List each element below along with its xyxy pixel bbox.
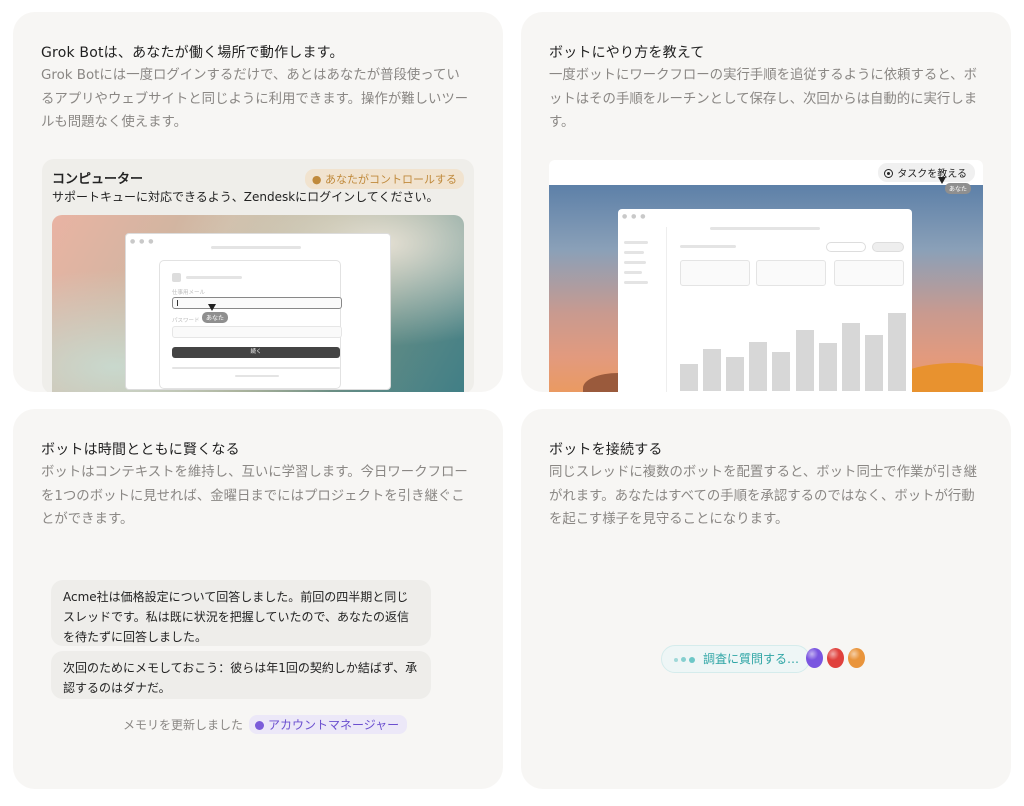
chart-bar <box>818 343 837 391</box>
panel-message: サポートキューに対応できるよう、Zendeskにログインしてください。 <box>52 190 439 204</box>
ask-research-pill[interactable]: 調査に質問する… <box>661 645 811 673</box>
computer-panel-title: コンピューター <box>52 172 144 187</box>
card-title: ボットにやり方を教えて <box>549 45 705 61</box>
memory-update-note: メモリを更新しました アカウントマネージャー <box>123 715 408 734</box>
record-icon <box>884 169 894 178</box>
cursor-icon <box>938 177 946 184</box>
cursor-icon <box>208 304 216 311</box>
chart-bar <box>680 364 698 391</box>
sidebar-item[interactable] <box>624 251 644 254</box>
memory-note-label: メモリを更新しました <box>123 718 244 732</box>
bot-avatar-purple-icon[interactable] <box>806 648 823 668</box>
teach-task-button[interactable]: タスクを教える <box>878 163 975 182</box>
address-bar <box>211 246 301 249</box>
sidebar-item[interactable] <box>624 281 648 284</box>
address-bar <box>710 227 820 230</box>
divider <box>172 367 340 369</box>
chart-bar <box>888 312 906 391</box>
card-description: ボットはコンテキストを維持し、互いに学習します。今日ワークフローを1つのボットに… <box>41 465 468 527</box>
browser-window: ● ● ● 仕事用メール あなた パスワード 続く <box>125 233 391 390</box>
bot-avatar-icon <box>255 721 265 730</box>
cursor-tag: あなた <box>202 312 229 323</box>
ask-research-label: 調査に質問する… <box>703 652 800 666</box>
teach-mock: タスクを教える あなた ● ● ● <box>549 160 983 392</box>
bot-avatar-orange-icon[interactable] <box>848 648 865 668</box>
card-title: ボットは時間とともに賢くなる <box>41 442 240 458</box>
stat-card <box>756 260 826 286</box>
feature-card-teach-bot: ボットにやり方を教えて 一度ボットにワークフローの実行手順を追従するように依頼す… <box>521 12 1011 392</box>
chart-bar <box>795 329 814 391</box>
stat-card <box>680 260 750 286</box>
account-manager-tag[interactable]: アカウントマネージャー <box>249 715 408 734</box>
chart-bar <box>841 322 860 391</box>
chart-bar <box>749 341 768 391</box>
login-form: 仕事用メール あなた パスワード 続く <box>159 260 342 389</box>
card-description: 一度ボットにワークフローの実行手順を追従するように依頼すると、ボットはその手順を… <box>549 68 978 130</box>
computer-panel: コンピューター ● あなたがコントロールする サポートキューに対応できるよう、Z… <box>42 159 474 392</box>
teach-task-label: タスクを教える <box>897 169 967 180</box>
bot-avatar-red-icon[interactable] <box>827 648 844 668</box>
footer-bar <box>235 375 279 377</box>
continue-button[interactable]: 続く <box>172 347 340 358</box>
control-pill[interactable]: ● あなたがコントロールする <box>304 169 464 189</box>
sidebar-item[interactable] <box>624 271 642 274</box>
feature-card-connect-bots: ボットを接続する 同じスレッドに複数のボットを配置すると、ボット同士で作業が引き… <box>521 409 1011 789</box>
bot-message: 次回のためにメモしておこう：彼らは年1回の契約しか結ばず、承認するのはダナだ。 <box>51 651 431 699</box>
feature-card-smarter-over-time: ボットは時間とともに賢くなる ボットはコンテキストを維持し、互いに学習します。今… <box>13 409 503 789</box>
bot-message: Acme社は価格設定について回答しました。前回の四半期と同じスレッドです。私は既… <box>51 580 431 646</box>
chart-bar <box>703 348 722 391</box>
card-title: Grok Botは、あなたが働く場所で動作します。 <box>41 45 344 61</box>
sidebar-item[interactable] <box>624 261 646 264</box>
mock-toolbar: タスクを教える <box>549 160 983 185</box>
password-field[interactable] <box>172 326 342 338</box>
card-title: ボットを接続する <box>549 442 663 458</box>
bar-chart <box>680 301 906 391</box>
email-label: 仕事用メール <box>172 290 206 296</box>
window-dots-icon: ● ● ● <box>130 238 155 245</box>
form-header-bar <box>186 276 242 279</box>
chart-bar <box>772 352 791 391</box>
chart-bar <box>864 335 883 391</box>
email-field[interactable] <box>172 297 342 309</box>
typing-dot-icon <box>674 657 678 662</box>
dashboard-heading-bar <box>680 245 736 248</box>
gradient-background: ● ● ● 仕事用メール あなた パスワード 続く <box>52 215 464 392</box>
sidebar-item[interactable] <box>624 241 648 244</box>
window-dots-icon: ● ● ● <box>622 213 647 220</box>
password-label: パスワード <box>172 318 200 324</box>
account-manager-label: アカウントマネージャー <box>268 718 400 732</box>
chart-bar <box>726 356 745 391</box>
dashboard-window: ● ● ● <box>618 209 912 392</box>
filter-dropdown[interactable] <box>826 242 866 252</box>
stat-card <box>834 260 904 286</box>
logo-icon <box>172 273 181 282</box>
dashboard-sidebar <box>618 227 667 392</box>
text-caret <box>177 300 178 306</box>
cursor-tag: あなた <box>945 183 972 194</box>
action-button[interactable] <box>872 242 904 252</box>
feature-card-works-where-you-work: Grok Botは、あなたが働く場所で動作します。 Grok Botには一度ログ… <box>13 12 503 392</box>
card-description: Grok Botには一度ログインするだけで、あとはあなたが普段使っているアプリや… <box>41 68 469 130</box>
typing-dot-icon <box>681 657 686 662</box>
card-description: 同じスレッドに複数のボットを配置すると、ボット同士で作業が引き継がれます。あなた… <box>549 465 977 527</box>
typing-dot-icon <box>689 656 695 663</box>
